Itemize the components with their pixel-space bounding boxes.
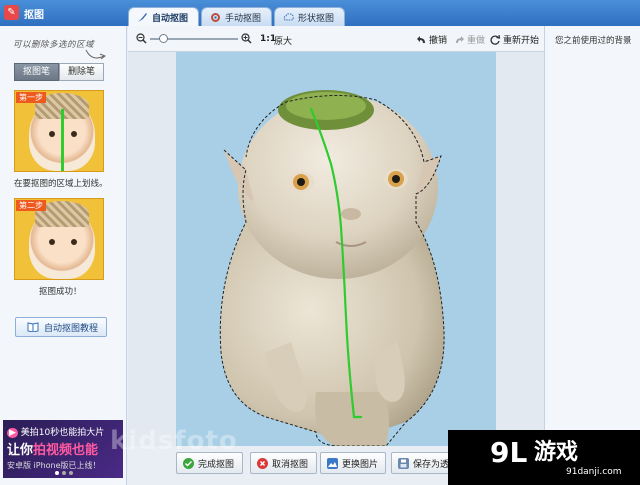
creature-image (219, 90, 445, 446)
step2-caption: 抠图成功！ (39, 287, 82, 297)
picture-icon (327, 457, 338, 469)
brand-site: 91danji.com (566, 467, 622, 477)
step1-tag: 第一步 (16, 92, 46, 103)
ad-line2a: 让你 (7, 443, 34, 458)
recent-backgrounds-panel: 您之前使用过的背景 (544, 26, 640, 485)
canvas-toolbar: 1:1 原大 撤销 重做 重新开始 (128, 26, 544, 52)
shape-cloud-icon (283, 12, 294, 20)
left-panel: 可以删除多选的区域 抠图笔 删除笔 第一步 在要抠图的区域上划线。 第二步 抠图… (0, 26, 127, 485)
carousel-dots[interactable] (55, 471, 73, 475)
save-icon (398, 457, 409, 469)
tab-auto-cutout[interactable]: 自动抠图 (128, 7, 200, 26)
hint-text: 可以删除多选的区域 (13, 40, 95, 50)
tab-label: 形状抠图 (298, 13, 335, 24)
play-icon: ▶ (7, 428, 18, 438)
actual-size-button[interactable]: 原大 (274, 34, 292, 47)
step1-caption: 在要抠图的区域上划线。 (14, 179, 108, 189)
image-canvas[interactable] (176, 52, 496, 446)
tab-label: 自动抠图 (152, 13, 189, 24)
zoom-in-icon[interactable] (241, 33, 252, 44)
gear-brush-icon (211, 12, 221, 22)
ad-line2b: 拍视频也能 (33, 443, 99, 458)
erase-pen-button[interactable]: 删除笔 (59, 63, 104, 81)
brand-num: 9L (490, 436, 527, 468)
check-icon (183, 457, 194, 469)
refresh-icon (490, 34, 501, 45)
restart-button[interactable]: 重新开始 (490, 33, 539, 46)
ad-line1: 美拍10秒也能拍大片 (20, 428, 105, 438)
redo-button[interactable]: 重做 (454, 33, 485, 46)
tab-bar: 自动抠图 手动抠图 形状抠图 (128, 7, 346, 26)
window-title: 抠图 (24, 10, 44, 21)
recent-backgrounds-title: 您之前使用过的背景 (555, 36, 632, 46)
pen-logo-icon: ✎ (4, 5, 19, 20)
replace-image-button[interactable]: 更换图片 (320, 452, 386, 474)
book-icon (27, 322, 39, 332)
zoom-slider-thumb[interactable] (159, 34, 168, 43)
undo-icon (417, 35, 425, 43)
kidsfoto-watermark: kidsfoto (110, 426, 238, 456)
curved-arrow-icon (85, 49, 107, 60)
workspace: 1:1 原大 撤销 重做 重新开始 完成抠图 取消抠图 更换图片 保存为透明背景 (128, 26, 544, 485)
step1-example-image: 第一步 (14, 90, 104, 172)
ad-banner[interactable]: ▶ 美拍10秒也能拍大片 让你拍视频也能 安卓版 iPhone版已上线！ (3, 420, 123, 478)
brush-pen-button[interactable]: 抠图笔 (14, 63, 59, 81)
tab-label: 手动抠图 (225, 13, 262, 24)
brush-icon (138, 12, 147, 22)
cancel-icon (257, 457, 268, 469)
step2-tag: 第二步 (16, 200, 46, 211)
step2-example-image: 第二步 (14, 198, 104, 280)
site-watermark-logo: 9L 游戏 91danji.com (448, 430, 640, 485)
ad-line3: 安卓版 iPhone版已上线！ (7, 461, 101, 470)
undo-button[interactable]: 撤销 (416, 33, 447, 46)
brush-toggle: 抠图笔 删除笔 (14, 63, 104, 81)
tab-manual-cutout[interactable]: 手动抠图 (201, 7, 273, 26)
tutorial-label: 自动抠图教程 (44, 323, 99, 334)
green-stroke (61, 109, 64, 171)
zoom-out-icon[interactable] (136, 33, 147, 44)
cancel-cutout-button[interactable]: 取消抠图 (250, 452, 317, 474)
9l-logo-icon: 9L (490, 436, 527, 468)
tab-shape-cutout[interactable]: 形状抠图 (274, 7, 346, 26)
redo-icon (456, 35, 464, 43)
tutorial-button[interactable]: 自动抠图教程 (15, 317, 107, 337)
brand-text: 游戏 (534, 440, 579, 465)
